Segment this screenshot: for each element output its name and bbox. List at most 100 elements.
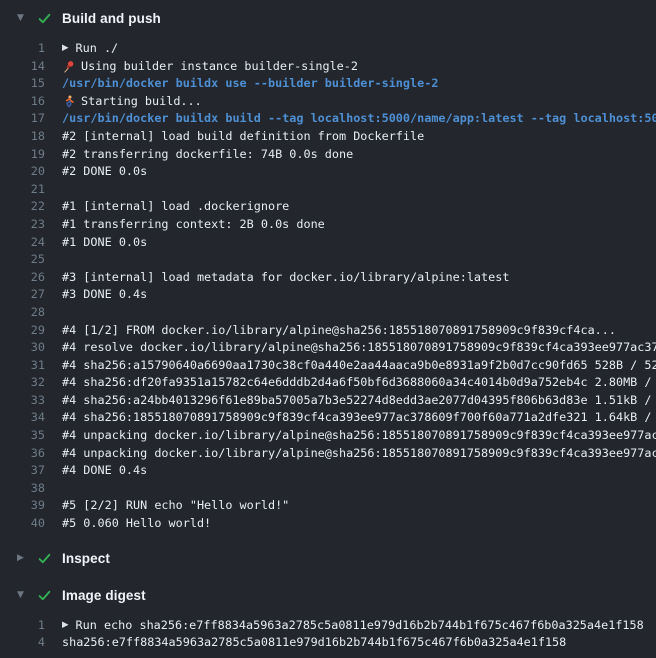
log-line-content: #4 DONE 0.4s	[62, 462, 656, 480]
line-number-link[interactable]: 28	[0, 304, 45, 322]
line-number-link[interactable]: 24	[0, 234, 45, 252]
log-line: 39 #5 [2/2] RUN echo "Hello world!"	[0, 497, 656, 515]
log-text: #4 unpacking docker.io/library/alpine@sh…	[62, 427, 656, 445]
log-line-content: #2 [internal] load build definition from…	[62, 128, 656, 146]
section-log-lines: 1 ▶ Run echo sha256:e7ff8834a5963a2785c5a0…	[0, 614, 656, 652]
log-line-content	[62, 304, 656, 322]
line-number-link[interactable]: 18	[0, 128, 45, 146]
line-number-link[interactable]: 32	[0, 374, 45, 392]
log-line: 24#1 DONE 0.0s	[0, 234, 656, 252]
line-number-link[interactable]: 25	[0, 251, 45, 269]
log-line: 16 Starting build...	[0, 93, 656, 111]
section-title: Image digest	[62, 588, 146, 603]
line-number-link[interactable]: 37	[0, 462, 45, 480]
log-line: 31 #4 sha256:a15790640a6690aa1730c38cf0a4…	[0, 357, 656, 375]
line-number-link[interactable]: 1	[0, 617, 45, 635]
log-line: 18 #2 [internal] load build definition fr…	[0, 128, 656, 146]
line-number-link[interactable]: 1	[0, 40, 45, 58]
log-text: #4 sha256:df20fa9351a15782c64e6dddb2d4a6…	[62, 374, 656, 392]
log-line: 20 #2 DONE 0.0s	[0, 163, 656, 181]
log-text: sha256:e7ff8834a5963a2785c5a0811e979d16b…	[62, 634, 566, 652]
log-line-content: ▶Run ./	[62, 40, 656, 58]
log-line-content: #1 transferring context: 2B 0.0s done	[62, 216, 656, 234]
log-section-image-digest: ▼ Image digest 1 ▶ Run echo sha256:e7ff8834a…	[0, 577, 656, 652]
log-line-content: #4 unpacking docker.io/library/alpine@sh…	[62, 427, 656, 445]
line-number-link[interactable]: 29	[0, 322, 45, 340]
line-number-link[interactable]: 38	[0, 480, 45, 498]
section-header-image-digest[interactable]: ▼ Image digest	[0, 577, 656, 614]
log-line: 40 #5 0.060 Hello world!	[0, 515, 656, 533]
line-number-link[interactable]: 22	[0, 198, 45, 216]
log-text: /usr/bin/docker buildx use --builder bui…	[62, 75, 438, 93]
log-line-content: #4 resolve docker.io/library/alpine@sha2…	[62, 339, 656, 357]
log-line-content: #2 transferring dockerfile: 74B 0.0s don…	[62, 146, 656, 164]
log-line-content: #2 DONE 0.0s	[62, 163, 656, 181]
log-text: #4 DONE 0.4s	[62, 462, 147, 480]
log-text: #1 [internal] load .dockerignore	[62, 198, 289, 216]
line-number-link[interactable]: 19	[0, 146, 45, 164]
log-line-content: /usr/bin/docker buildx use --builder bui…	[62, 75, 656, 93]
caret-down-icon: ▼	[17, 591, 31, 600]
log-text: Run echo sha256:e7ff8834a5963a2785c5a081…	[76, 617, 644, 635]
run-expander-icon[interactable]: ▶	[62, 40, 69, 58]
line-number-link[interactable]: 4	[0, 634, 45, 652]
line-number-link[interactable]: 40	[0, 515, 45, 533]
log-text: Using builder instance builder-single-2	[81, 58, 358, 76]
pin-icon	[62, 60, 75, 73]
line-number-link[interactable]: 26	[0, 269, 45, 287]
line-number-link[interactable]: 33	[0, 392, 45, 410]
line-number-link[interactable]: 21	[0, 181, 45, 199]
log-line: 1 ▶Run ./	[0, 40, 656, 58]
line-number-link[interactable]: 20	[0, 163, 45, 181]
log-line-content: #3 [internal] load metadata for docker.i…	[62, 269, 656, 287]
line-number-link[interactable]: 14	[0, 58, 45, 76]
line-number-link[interactable]: 15	[0, 75, 45, 93]
line-number-link[interactable]: 27	[0, 286, 45, 304]
section-header-inspect[interactable]: ▶ Inspect	[0, 540, 656, 577]
log-text: #4 sha256:a15790640a6690aa1730c38cf0a440…	[62, 357, 656, 375]
log-line: 33 #4 sha256:a24bb4013296f61e89ba57005a7b…	[0, 392, 656, 410]
log-line: 37 #4 DONE 0.4s	[0, 462, 656, 480]
log-section-build-and-push: ▼Build and push 1 ▶Run ./ 14 Using builder i…	[0, 0, 656, 533]
log-line: 29#4 [1/2] FROM docker.io/library/alpine…	[0, 322, 656, 340]
log-text: #3 [internal] load metadata for docker.i…	[62, 269, 509, 287]
section-header-build-and-push[interactable]: ▼Build and push	[0, 0, 656, 37]
log-line: 38	[0, 480, 656, 498]
line-number-link[interactable]: 35	[0, 427, 45, 445]
line-number-link[interactable]: 23	[0, 216, 45, 234]
line-number-link[interactable]: 16	[0, 93, 45, 111]
actions-log-viewer: ▼Build and push1▶Run ./14Using builder i…	[0, 0, 656, 658]
log-line: 36#4 unpacking docker.io/library/alpine@…	[0, 445, 656, 463]
log-text: #5 0.060 Hello world!	[62, 515, 211, 533]
log-line: 19 #2 transferring dockerfile: 74B 0.0s d…	[0, 146, 656, 164]
log-line-content: #5 [2/2] RUN echo "Hello world!"	[62, 497, 656, 515]
log-line-content: #4 sha256:a15790640a6690aa1730c38cf0a440…	[62, 357, 656, 375]
log-line-content	[62, 181, 656, 199]
log-line: 25	[0, 251, 656, 269]
log-line-content: Using builder instance builder-single-2	[62, 58, 656, 76]
log-line-content: #4 sha256:185518070891758909c9f839cf4ca3…	[62, 409, 656, 427]
line-number-link[interactable]: 31	[0, 357, 45, 375]
log-line-content: #4 sha256:df20fa9351a15782c64e6dddb2d4a6…	[62, 374, 656, 392]
log-line-content: Starting build...	[62, 93, 656, 111]
log-text: #2 [internal] load build definition from…	[62, 128, 424, 146]
line-number-link[interactable]: 34	[0, 409, 45, 427]
line-number-link[interactable]: 17	[0, 110, 45, 128]
log-line-content: #4 sha256:a24bb4013296f61e89ba57005a7b3e…	[62, 392, 656, 410]
caret-right-icon: ▶	[17, 554, 31, 563]
log-text: #2 transferring dockerfile: 74B 0.0s don…	[62, 146, 353, 164]
success-check-icon	[37, 588, 52, 603]
log-line: 28	[0, 304, 656, 322]
runner-icon	[62, 95, 75, 108]
success-check-icon	[37, 11, 52, 26]
run-expander-icon[interactable]: ▶	[62, 617, 69, 635]
line-number-link[interactable]: 30	[0, 339, 45, 357]
log-line-content: #1 [internal] load .dockerignore	[62, 198, 656, 216]
log-text: #2 DONE 0.0s	[62, 163, 147, 181]
log-section-inspect: ▶ Inspect	[0, 540, 656, 577]
section-title: Inspect	[62, 551, 110, 566]
log-line: 17/usr/bin/docker buildx build --tag loc…	[0, 110, 656, 128]
line-number-link[interactable]: 36	[0, 445, 45, 463]
log-text: #3 DONE 0.4s	[62, 286, 147, 304]
line-number-link[interactable]: 39	[0, 497, 45, 515]
